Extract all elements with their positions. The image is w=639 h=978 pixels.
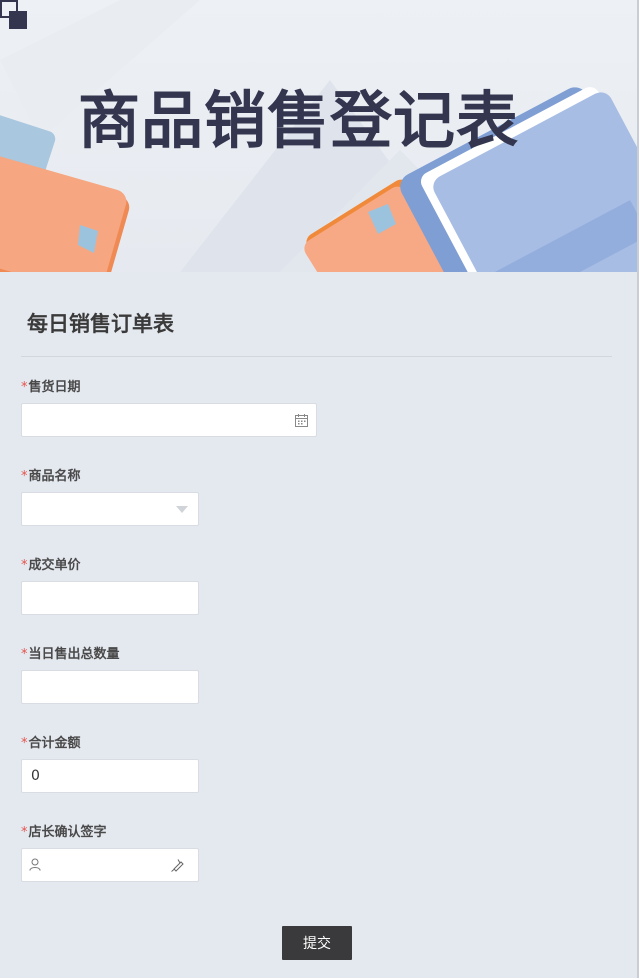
- manager-signature-label: *店长确认签字: [21, 825, 107, 840]
- total-amount-field[interactable]: [21, 759, 199, 793]
- sale-date-label: *售货日期: [21, 380, 81, 395]
- dropdown-arrow-icon[interactable]: [176, 506, 188, 513]
- window-toggle-icon[interactable]: [0, 0, 28, 30]
- banner-title: 商品销售登记表: [78, 84, 520, 157]
- product-name-input[interactable]: [22, 493, 198, 525]
- product-name-label: *商品名称: [21, 469, 81, 484]
- sale-date-input[interactable]: [22, 404, 316, 436]
- sale-date-field[interactable]: [21, 403, 317, 437]
- total-amount-input[interactable]: [22, 760, 198, 792]
- header-banner: 商品销售登记表: [0, 0, 639, 272]
- calendar-icon[interactable]: [295, 414, 308, 427]
- total-quantity-input[interactable]: [22, 671, 198, 703]
- total-quantity-field[interactable]: [21, 670, 199, 704]
- user-icon: [29, 858, 41, 871]
- total-quantity-label: *当日售出总数量: [21, 647, 120, 662]
- submit-button[interactable]: 提交: [282, 926, 352, 960]
- unit-price-field[interactable]: [21, 581, 199, 615]
- pen-icon[interactable]: [171, 858, 185, 872]
- unit-price-input[interactable]: [22, 582, 198, 614]
- form-title: 每日销售订单表: [27, 312, 174, 336]
- required-mark: *: [21, 380, 28, 395]
- title-divider: [21, 356, 612, 357]
- unit-price-label: *成交单价: [21, 558, 81, 573]
- total-amount-label: *合计金额: [21, 736, 81, 751]
- product-name-select[interactable]: [21, 492, 199, 526]
- manager-signature-field[interactable]: [21, 848, 199, 882]
